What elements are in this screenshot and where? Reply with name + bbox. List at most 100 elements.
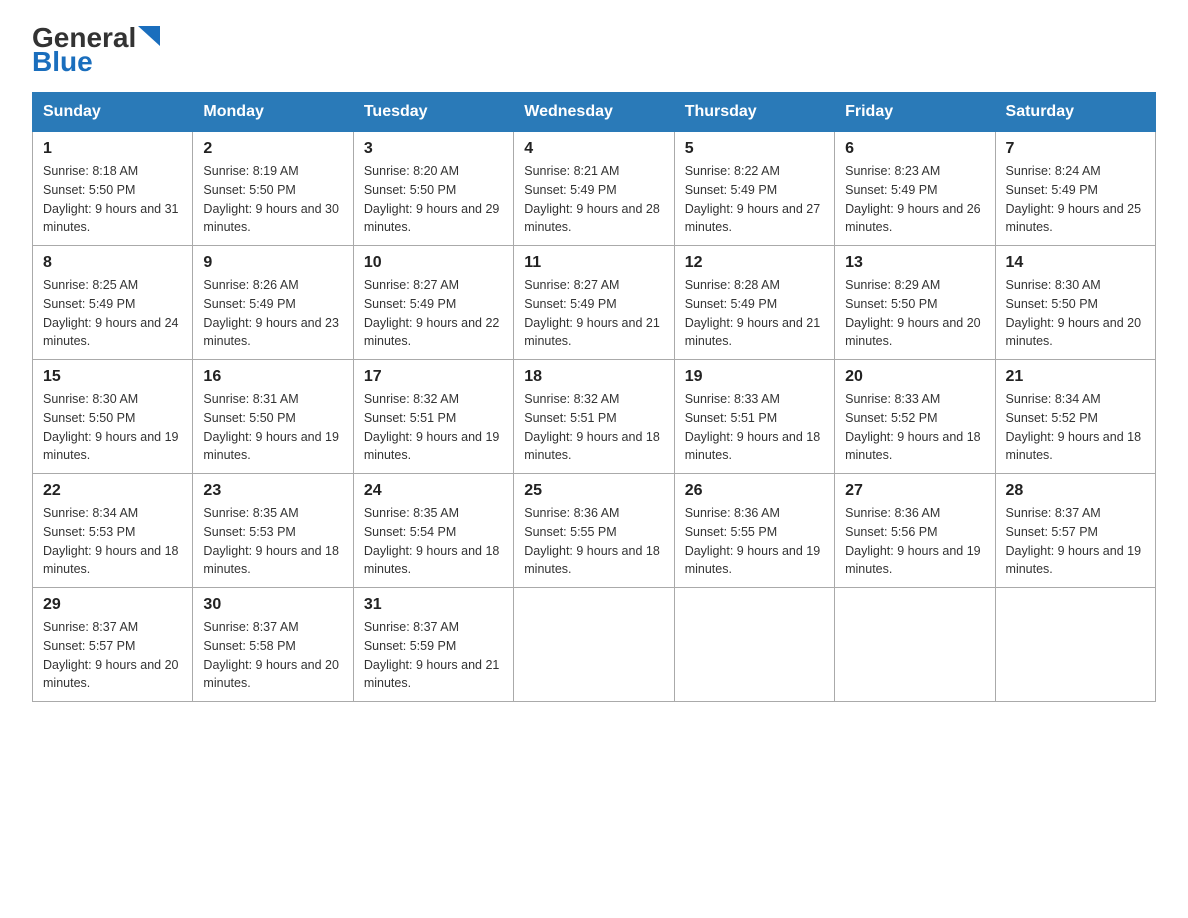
day-info: Sunrise: 8:27 AMSunset: 5:49 PMDaylight:… bbox=[524, 276, 663, 351]
day-number: 25 bbox=[524, 482, 663, 500]
day-info: Sunrise: 8:37 AMSunset: 5:57 PMDaylight:… bbox=[1006, 504, 1145, 579]
day-info: Sunrise: 8:30 AMSunset: 5:50 PMDaylight:… bbox=[1006, 276, 1145, 351]
day-info: Sunrise: 8:37 AMSunset: 5:57 PMDaylight:… bbox=[43, 618, 182, 693]
calendar-cell: 30 Sunrise: 8:37 AMSunset: 5:58 PMDayligh… bbox=[193, 588, 353, 702]
day-info: Sunrise: 8:22 AMSunset: 5:49 PMDaylight:… bbox=[685, 162, 824, 237]
day-number: 12 bbox=[685, 254, 824, 272]
header-saturday: Saturday bbox=[995, 93, 1155, 132]
week-row-1: 1Sunrise: 8:18 AMSunset: 5:50 PMDaylight… bbox=[33, 132, 1156, 246]
calendar-cell: 6Sunrise: 8:23 AMSunset: 5:49 PMDaylight… bbox=[835, 132, 995, 246]
day-info: Sunrise: 8:33 AMSunset: 5:51 PMDaylight:… bbox=[685, 390, 824, 465]
day-number: 23 bbox=[203, 482, 342, 500]
day-info: Sunrise: 8:31 AMSunset: 5:50 PMDaylight:… bbox=[203, 390, 342, 465]
calendar-cell: 5 Sunrise: 8:22 AMSunset: 5:49 PMDaylight… bbox=[674, 132, 834, 246]
calendar-cell: 18 Sunrise: 8:32 AMSunset: 5:51 PMDayligh… bbox=[514, 360, 674, 474]
logo-triangle-icon bbox=[138, 26, 160, 46]
week-row-2: 8Sunrise: 8:25 AMSunset: 5:49 PMDaylight… bbox=[33, 246, 1156, 360]
header-monday: Monday bbox=[193, 93, 353, 132]
calendar-cell: 1Sunrise: 8:18 AMSunset: 5:50 PMDaylight… bbox=[33, 132, 193, 246]
day-number: 17 bbox=[364, 368, 503, 386]
day-info: Sunrise: 8:36 AMSunset: 5:56 PMDaylight:… bbox=[845, 504, 984, 579]
calendar-cell: 10Sunrise: 8:27 AMSunset: 5:49 PMDayligh… bbox=[353, 246, 513, 360]
calendar-cell: 13 Sunrise: 8:29 AMSunset: 5:50 PMDayligh… bbox=[835, 246, 995, 360]
day-number: 24 bbox=[364, 482, 503, 500]
day-number: 5 bbox=[685, 140, 824, 158]
day-info: Sunrise: 8:27 AMSunset: 5:49 PMDaylight:… bbox=[364, 276, 503, 351]
calendar-cell: 7 Sunrise: 8:24 AMSunset: 5:49 PMDaylight… bbox=[995, 132, 1155, 246]
day-info: Sunrise: 8:19 AMSunset: 5:50 PMDaylight:… bbox=[203, 162, 342, 237]
day-number: 16 bbox=[203, 368, 342, 386]
header-friday: Friday bbox=[835, 93, 995, 132]
day-info: Sunrise: 8:26 AMSunset: 5:49 PMDaylight:… bbox=[203, 276, 342, 351]
calendar-cell: 17Sunrise: 8:32 AMSunset: 5:51 PMDayligh… bbox=[353, 360, 513, 474]
day-number: 3 bbox=[364, 140, 503, 158]
calendar-cell: 19Sunrise: 8:33 AMSunset: 5:51 PMDayligh… bbox=[674, 360, 834, 474]
day-number: 18 bbox=[524, 368, 663, 386]
calendar-cell: 28 Sunrise: 8:37 AMSunset: 5:57 PMDayligh… bbox=[995, 474, 1155, 588]
calendar-cell bbox=[835, 588, 995, 702]
header-thursday: Thursday bbox=[674, 93, 834, 132]
calendar-cell: 24Sunrise: 8:35 AMSunset: 5:54 PMDayligh… bbox=[353, 474, 513, 588]
day-info: Sunrise: 8:24 AMSunset: 5:49 PMDaylight:… bbox=[1006, 162, 1145, 237]
day-number: 11 bbox=[524, 254, 663, 272]
calendar-table: SundayMondayTuesdayWednesdayThursdayFrid… bbox=[32, 92, 1156, 702]
day-number: 29 bbox=[43, 596, 182, 614]
calendar-cell: 2 Sunrise: 8:19 AMSunset: 5:50 PMDaylight… bbox=[193, 132, 353, 246]
calendar-cell: 16 Sunrise: 8:31 AMSunset: 5:50 PMDayligh… bbox=[193, 360, 353, 474]
day-info: Sunrise: 8:33 AMSunset: 5:52 PMDaylight:… bbox=[845, 390, 984, 465]
calendar-cell: 14 Sunrise: 8:30 AMSunset: 5:50 PMDayligh… bbox=[995, 246, 1155, 360]
day-number: 8 bbox=[43, 254, 182, 272]
week-row-3: 15Sunrise: 8:30 AMSunset: 5:50 PMDayligh… bbox=[33, 360, 1156, 474]
day-number: 2 bbox=[203, 140, 342, 158]
logo: General Blue bbox=[32, 24, 160, 76]
day-info: Sunrise: 8:34 AMSunset: 5:53 PMDaylight:… bbox=[43, 504, 182, 579]
day-number: 1 bbox=[43, 140, 182, 158]
day-info: Sunrise: 8:37 AMSunset: 5:59 PMDaylight:… bbox=[364, 618, 503, 693]
calendar-cell: 15Sunrise: 8:30 AMSunset: 5:50 PMDayligh… bbox=[33, 360, 193, 474]
header-tuesday: Tuesday bbox=[353, 93, 513, 132]
calendar-cell: 21Sunrise: 8:34 AMSunset: 5:52 PMDayligh… bbox=[995, 360, 1155, 474]
day-number: 30 bbox=[203, 596, 342, 614]
week-row-5: 29 Sunrise: 8:37 AMSunset: 5:57 PMDayligh… bbox=[33, 588, 1156, 702]
day-info: Sunrise: 8:32 AMSunset: 5:51 PMDaylight:… bbox=[524, 390, 663, 465]
day-info: Sunrise: 8:30 AMSunset: 5:50 PMDaylight:… bbox=[43, 390, 182, 465]
day-number: 26 bbox=[685, 482, 824, 500]
page-header: General Blue bbox=[32, 24, 1156, 76]
day-info: Sunrise: 8:36 AMSunset: 5:55 PMDaylight:… bbox=[685, 504, 824, 579]
calendar-cell: 3 Sunrise: 8:20 AMSunset: 5:50 PMDaylight… bbox=[353, 132, 513, 246]
calendar-cell bbox=[514, 588, 674, 702]
calendar-cell: 29 Sunrise: 8:37 AMSunset: 5:57 PMDayligh… bbox=[33, 588, 193, 702]
day-number: 9 bbox=[203, 254, 342, 272]
calendar-cell: 22 Sunrise: 8:34 AMSunset: 5:53 PMDayligh… bbox=[33, 474, 193, 588]
day-number: 28 bbox=[1006, 482, 1145, 500]
day-number: 13 bbox=[845, 254, 984, 272]
day-info: Sunrise: 8:35 AMSunset: 5:53 PMDaylight:… bbox=[203, 504, 342, 579]
day-info: Sunrise: 8:23 AMSunset: 5:49 PMDaylight:… bbox=[845, 162, 984, 237]
day-number: 14 bbox=[1006, 254, 1145, 272]
day-number: 7 bbox=[1006, 140, 1145, 158]
day-info: Sunrise: 8:28 AMSunset: 5:49 PMDaylight:… bbox=[685, 276, 824, 351]
weekday-header-row: SundayMondayTuesdayWednesdayThursdayFrid… bbox=[33, 93, 1156, 132]
header-wednesday: Wednesday bbox=[514, 93, 674, 132]
day-info: Sunrise: 8:20 AMSunset: 5:50 PMDaylight:… bbox=[364, 162, 503, 237]
calendar-cell: 12 Sunrise: 8:28 AMSunset: 5:49 PMDayligh… bbox=[674, 246, 834, 360]
calendar-cell: 11 Sunrise: 8:27 AMSunset: 5:49 PMDayligh… bbox=[514, 246, 674, 360]
calendar-cell: 20 Sunrise: 8:33 AMSunset: 5:52 PMDayligh… bbox=[835, 360, 995, 474]
day-number: 27 bbox=[845, 482, 984, 500]
day-info: Sunrise: 8:34 AMSunset: 5:52 PMDaylight:… bbox=[1006, 390, 1145, 465]
day-info: Sunrise: 8:37 AMSunset: 5:58 PMDaylight:… bbox=[203, 618, 342, 693]
day-number: 4 bbox=[524, 140, 663, 158]
calendar-cell: 31 Sunrise: 8:37 AMSunset: 5:59 PMDayligh… bbox=[353, 588, 513, 702]
calendar-cell bbox=[995, 588, 1155, 702]
day-number: 20 bbox=[845, 368, 984, 386]
header-sunday: Sunday bbox=[33, 93, 193, 132]
week-row-4: 22 Sunrise: 8:34 AMSunset: 5:53 PMDayligh… bbox=[33, 474, 1156, 588]
calendar-cell bbox=[674, 588, 834, 702]
day-number: 31 bbox=[364, 596, 503, 614]
calendar-cell: 26 Sunrise: 8:36 AMSunset: 5:55 PMDayligh… bbox=[674, 474, 834, 588]
logo-blue: Blue bbox=[32, 48, 93, 76]
day-info: Sunrise: 8:29 AMSunset: 5:50 PMDaylight:… bbox=[845, 276, 984, 351]
day-info: Sunrise: 8:21 AMSunset: 5:49 PMDaylight:… bbox=[524, 162, 663, 237]
day-number: 22 bbox=[43, 482, 182, 500]
calendar-cell: 8Sunrise: 8:25 AMSunset: 5:49 PMDaylight… bbox=[33, 246, 193, 360]
